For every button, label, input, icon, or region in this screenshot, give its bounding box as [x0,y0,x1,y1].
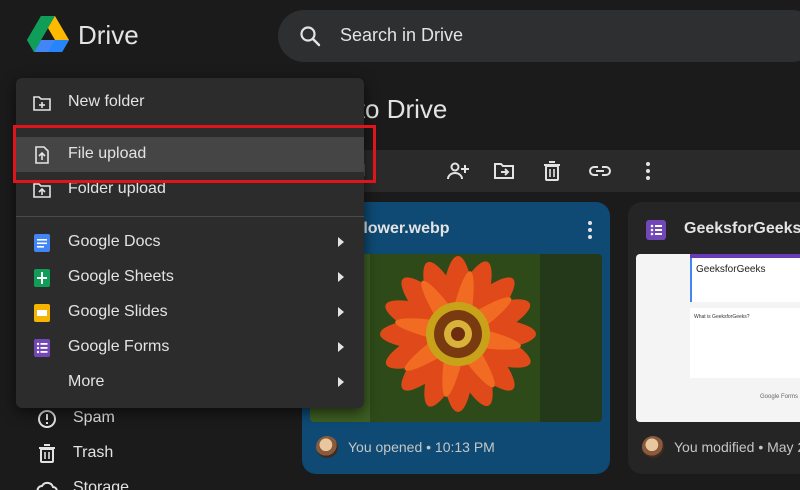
google-slides-icon [34,304,50,322]
share-icon[interactable] [446,159,470,183]
search-input[interactable]: Search in Drive [340,25,463,46]
form-title: GeeksforGeeks [696,264,766,275]
link-icon[interactable] [588,159,612,183]
submenu-arrow-icon [338,342,344,352]
form-thumbnail: GeeksforGeeks What is GeeksforGeeks? Goo… [636,254,800,422]
google-forms-icon [646,220,666,240]
menu-item-label: More [68,373,105,390]
file-activity: You modified • May 2 [674,439,800,455]
form-question: What is GeeksforGeeks? [694,314,750,320]
submenu-arrow-icon [338,272,344,282]
more-vert-icon[interactable] [636,159,660,183]
file-card-form[interactable]: GeeksforGeeks Q GeeksforGeeks What is Ge… [628,202,800,474]
google-docs-icon [34,234,50,252]
search-bar[interactable]: Search in Drive [278,10,800,62]
menu-divider [16,216,364,217]
avatar [642,436,664,458]
highlight-annotation-box [13,125,376,183]
sidebar-item-storage[interactable]: Storage [0,472,280,490]
more-vert-icon[interactable] [580,218,600,242]
menu-item-label: Google Docs [68,233,161,250]
menu-item-google-docs[interactable]: Google Docs [16,225,364,260]
menu-item-label: Google Sheets [68,268,174,285]
sidebar-item-label: Spam [73,409,115,426]
submenu-arrow-icon [338,237,344,247]
trash-icon [39,444,55,463]
sidebar-item-label: Trash [73,444,114,461]
folder-upload-icon [33,183,51,198]
menu-item-new-folder[interactable]: New folder [16,85,364,120]
menu-item-label: Google Forms [68,338,170,355]
menu-item-google-slides[interactable]: Google Slides [16,295,364,330]
cloud-icon [36,481,58,490]
menu-item-label: New folder [68,93,145,110]
submenu-arrow-icon [338,377,344,387]
file-name: flower.webp [358,220,450,237]
new-folder-icon [33,96,51,111]
google-drive-logo-icon[interactable] [26,14,70,54]
file-name: GeeksforGeeks Q [684,220,800,237]
search-icon [300,26,321,47]
menu-item-google-forms[interactable]: Google Forms [16,330,364,365]
menu-item-more[interactable]: More [16,365,364,400]
trash-icon[interactable] [540,159,564,183]
sidebar-item-trash[interactable]: Trash [0,437,280,471]
submenu-arrow-icon [338,307,344,317]
menu-item-label: Google Slides [68,303,168,320]
google-sheets-icon [34,269,50,287]
form-footer: Google Forms [760,394,799,400]
avatar [316,436,338,458]
menu-item-google-sheets[interactable]: Google Sheets [16,260,364,295]
file-activity: You opened • 10:13 PM [348,439,495,455]
google-forms-icon [34,339,50,357]
spam-icon [38,410,56,428]
move-to-folder-icon[interactable] [492,159,516,183]
sidebar-item-label: Storage [73,479,130,490]
app-title: Drive [78,20,139,50]
